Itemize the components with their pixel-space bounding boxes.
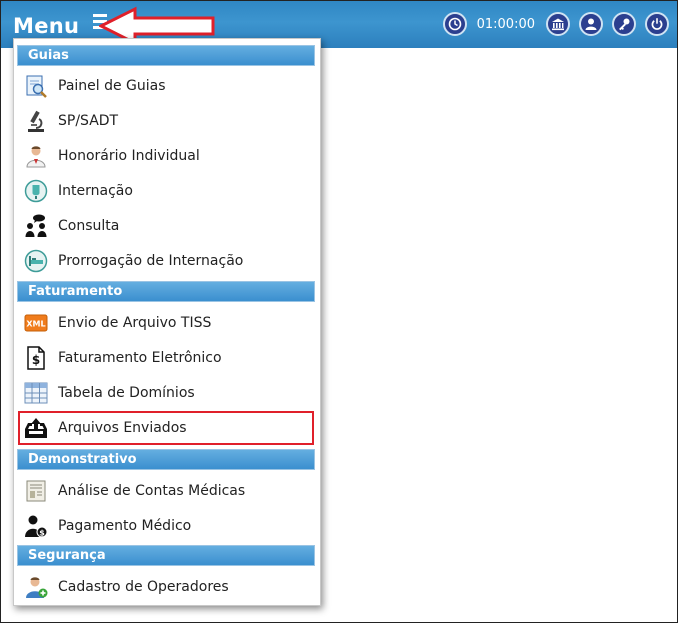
- svg-text:XML: XML: [26, 320, 45, 329]
- menu-item-label: Envio de Arquivo TISS: [58, 315, 212, 331]
- menu-item-label: Internação: [58, 183, 133, 199]
- user-money-icon: $: [23, 513, 49, 539]
- doctor-icon: [23, 143, 49, 169]
- menu-item-prorrogacao-de-internacao[interactable]: Prorrogação de Internação: [19, 245, 313, 277]
- section-header-guias: Guias: [17, 45, 315, 66]
- menu-item-tabela-de-dominios[interactable]: Tabela de Domínios: [19, 377, 313, 409]
- menu-toggle-button[interactable]: Menu: [13, 11, 107, 38]
- clock-icon[interactable]: [442, 12, 467, 36]
- menu-item-label: Análise de Contas Médicas: [58, 483, 246, 499]
- user-icon[interactable]: [579, 12, 603, 36]
- xml-icon: XML: [23, 310, 49, 336]
- bank-icon[interactable]: [546, 12, 570, 36]
- section-header-demonstrativo: Demonstrativo: [17, 449, 315, 470]
- menu-item-consulta[interactable]: Consulta: [19, 210, 313, 242]
- menu-item-faturamento-eletronico[interactable]: $ Faturamento Eletrônico: [19, 342, 313, 374]
- power-icon[interactable]: [645, 12, 669, 36]
- consultation-icon: [23, 213, 49, 239]
- menu-item-label: Arquivos Enviados: [58, 420, 187, 436]
- app-window: Menu 01:00:00 Guias Painel de Guias SP/S…: [0, 0, 678, 623]
- magnifier-document-icon: [23, 73, 49, 99]
- main-menu-dropdown: Guias Painel de Guias SP/SADT Honorário …: [13, 38, 321, 606]
- iv-bag-icon: [23, 178, 49, 204]
- svg-text:$: $: [39, 529, 45, 538]
- menu-item-sp-sadt[interactable]: SP/SADT: [19, 105, 313, 137]
- svg-text:$: $: [32, 353, 40, 367]
- menu-item-honorario-individual[interactable]: Honorário Individual: [19, 140, 313, 172]
- menu-item-label: Painel de Guias: [58, 78, 166, 94]
- section-header-seguranca: Segurança: [17, 545, 315, 566]
- outbox-icon: [23, 415, 49, 441]
- menu-item-label: Prorrogação de Internação: [58, 253, 244, 269]
- menu-item-label: Honorário Individual: [58, 148, 200, 164]
- add-user-icon: [23, 574, 49, 600]
- menu-item-label: Tabela de Domínios: [58, 385, 195, 401]
- menu-item-label: Consulta: [58, 218, 120, 234]
- header-tools: 01:00:00: [434, 12, 669, 36]
- menu-item-envio-de-arquivo-tiss[interactable]: XML Envio de Arquivo TISS: [19, 307, 313, 339]
- table-icon: [23, 380, 49, 406]
- menu-item-cadastro-de-operadores[interactable]: Cadastro de Operadores: [19, 571, 313, 603]
- dollar-document-icon: $: [23, 345, 49, 371]
- key-icon[interactable]: [612, 12, 636, 36]
- menu-item-pagamento-medico[interactable]: $ Pagamento Médico: [19, 510, 313, 542]
- section-header-faturamento: Faturamento: [17, 281, 315, 302]
- menu-item-label: Pagamento Médico: [58, 518, 192, 534]
- menu-item-internacao[interactable]: Internação: [19, 175, 313, 207]
- session-timer: 01:00:00: [476, 16, 535, 32]
- menu-item-label: Cadastro de Operadores: [58, 579, 229, 595]
- menu-item-arquivos-enviados[interactable]: Arquivos Enviados: [18, 411, 314, 445]
- microscope-icon: [23, 108, 49, 134]
- menu-item-painel-de-guias[interactable]: Painel de Guias: [19, 70, 313, 102]
- menu-label: Menu: [13, 14, 80, 38]
- menu-item-label: Faturamento Eletrônico: [58, 350, 222, 366]
- menu-item-label: SP/SADT: [58, 113, 119, 129]
- menu-item-analise-de-contas-medicas[interactable]: Análise de Contas Médicas: [19, 475, 313, 507]
- hospital-bed-icon: [23, 248, 49, 274]
- invoice-icon: [23, 478, 49, 504]
